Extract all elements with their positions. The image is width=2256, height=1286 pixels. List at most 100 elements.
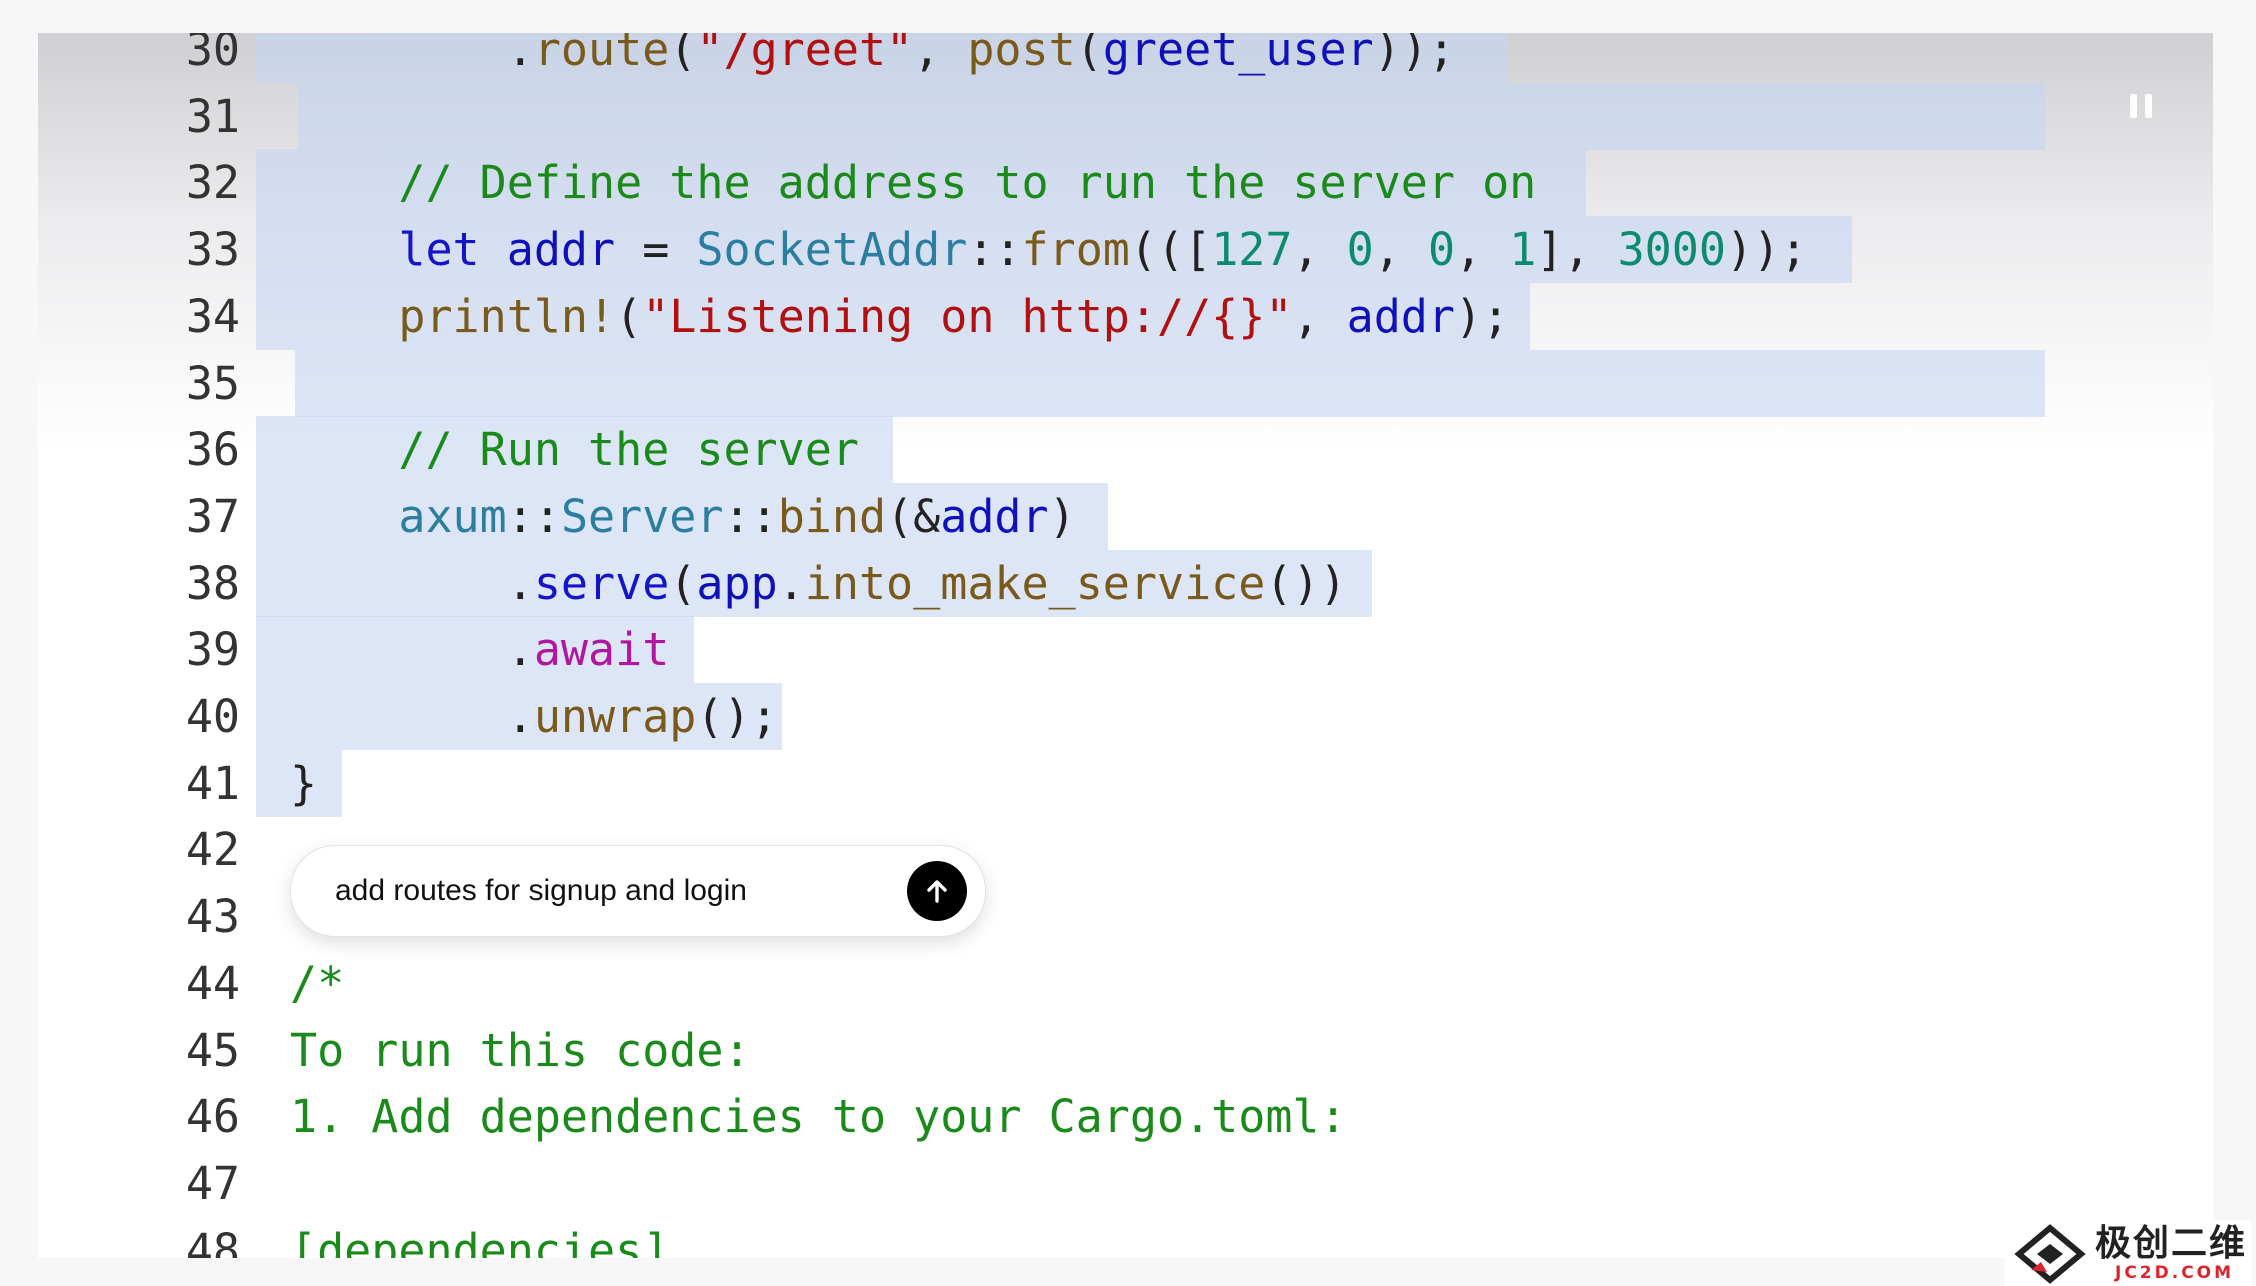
code-text: 1. Add dependencies to your Cargo.toml:	[290, 1083, 1347, 1150]
line-number: 44	[185, 956, 240, 1010]
code-text: .await	[290, 616, 670, 683]
code-line: 40 .unwrap();	[38, 683, 2213, 750]
code-line: 32 // Define the address to run the serv…	[38, 149, 2213, 217]
code-text: .serve(app.into_make_service())	[290, 550, 1347, 617]
code-token: "/greet"	[696, 33, 914, 76]
code-token: .	[506, 690, 534, 743]
code-token: .	[506, 556, 534, 610]
code-token: await	[533, 623, 670, 677]
code-token: "Listening on http://{}"	[642, 289, 1293, 343]
code-token: );	[1455, 289, 1510, 343]
prompt-input[interactable]	[335, 846, 855, 936]
code-text: axum::Server::bind(&addr)	[290, 483, 1076, 550]
code-line: 37 axum::Server::bind(&addr)	[38, 482, 2213, 550]
line-number: 35	[185, 356, 240, 410]
line-number: 47	[185, 1156, 240, 1210]
code-token: ,	[1292, 289, 1347, 343]
line-number: 45	[185, 1023, 240, 1077]
code-token: .	[506, 33, 534, 76]
line-number: 31	[185, 89, 240, 143]
code-token: 1	[1509, 223, 1537, 277]
code-token: serve	[533, 556, 670, 610]
code-line: 36 // Run the server	[38, 416, 2213, 484]
line-number: 41	[185, 756, 240, 810]
line-number: 48	[185, 1223, 240, 1258]
code-token: .	[777, 556, 805, 610]
arrow-up-icon	[927, 880, 947, 903]
code-token: ();	[696, 690, 778, 743]
code-line: 46 1. Add dependencies to your Cargo.toml…	[38, 1083, 2213, 1150]
code-text: }	[290, 750, 317, 817]
code-token: ::	[723, 489, 778, 543]
line-number: 30	[185, 33, 240, 76]
code-editor[interactable]: 30 .route("/greet", post(greet_user)); 31…	[38, 33, 2213, 1258]
line-number: 37	[185, 489, 240, 543]
code-token: 0	[1346, 223, 1374, 277]
code-token: let	[398, 223, 480, 277]
code-token: route	[533, 33, 670, 76]
code-token: SocketAddr	[696, 223, 968, 277]
code-token: ));	[1725, 223, 1808, 277]
code-token: ,	[1455, 223, 1510, 277]
code-token: 1. Add dependencies to your Cargo.toml:	[290, 1090, 1347, 1144]
code-line: 33 let addr = SocketAddr::from(([127, 0,…	[38, 216, 2213, 284]
code-token: To run this code:	[290, 1023, 751, 1077]
code-token: greet_user	[1102, 33, 1374, 76]
line-number: 42	[185, 823, 240, 877]
code-token: =	[615, 223, 697, 277]
code-token: (&	[886, 489, 941, 543]
code-token: [dependencies]	[290, 1223, 670, 1258]
code-line: 31	[38, 82, 2213, 150]
pause-icon[interactable]	[2130, 94, 2152, 118]
code-token: )	[1048, 489, 1076, 543]
code-line: 38 .serve(app.into_make_service())	[38, 549, 2213, 617]
code-line: 41}	[38, 749, 2213, 817]
code-token: axum	[398, 489, 507, 543]
code-line: 39 .await	[38, 616, 2213, 684]
code-token: addr	[940, 489, 1049, 543]
code-token: }	[290, 756, 318, 810]
code-token: Server	[560, 489, 724, 543]
code-token: (	[669, 33, 697, 76]
watermark: 极创二维 JC2D.COM	[2005, 1220, 2251, 1286]
code-token: into_make_service	[804, 556, 1266, 610]
code-token: ,	[1373, 223, 1428, 277]
code-line: 35	[38, 349, 2213, 417]
code-text: .unwrap();	[290, 683, 778, 750]
code-token: post	[967, 33, 1076, 76]
send-button[interactable]	[907, 861, 967, 921]
code-token: 127	[1211, 223, 1293, 277]
code-line: 48 [dependencies]	[38, 1217, 2213, 1258]
code-token: ,	[913, 33, 968, 76]
line-number: 33	[185, 223, 240, 277]
code-token: (	[669, 556, 697, 610]
code-line: 45 To run this code:	[38, 1017, 2213, 1084]
code-token: (([	[1129, 223, 1212, 277]
code-text: [dependencies]	[290, 1217, 669, 1258]
code-token: 3000	[1617, 223, 1726, 277]
code-token: ));	[1373, 33, 1456, 76]
jc2d-logo-icon	[2014, 1224, 2086, 1284]
code-token: ())	[1265, 556, 1347, 610]
code-line: 47	[38, 1150, 2213, 1217]
code-token: from	[1021, 223, 1130, 277]
code-text: /*	[290, 950, 344, 1017]
line-number: 36	[185, 423, 240, 477]
code-token: .	[506, 623, 534, 677]
code-token: addr	[1346, 289, 1455, 343]
line-number: 38	[185, 556, 240, 610]
code-line: 34 println!("Listening on http://{}", ad…	[38, 282, 2213, 350]
code-token: ],	[1536, 223, 1618, 277]
code-text: .route("/greet", post(greet_user));	[290, 33, 1455, 83]
code-token: ,	[1292, 223, 1347, 277]
code-token: 0	[1427, 223, 1456, 277]
line-number: 40	[185, 690, 240, 743]
watermark-brand: 极创二维	[2095, 1223, 2248, 1264]
code-token: // Define the address to run the server …	[398, 156, 1537, 210]
